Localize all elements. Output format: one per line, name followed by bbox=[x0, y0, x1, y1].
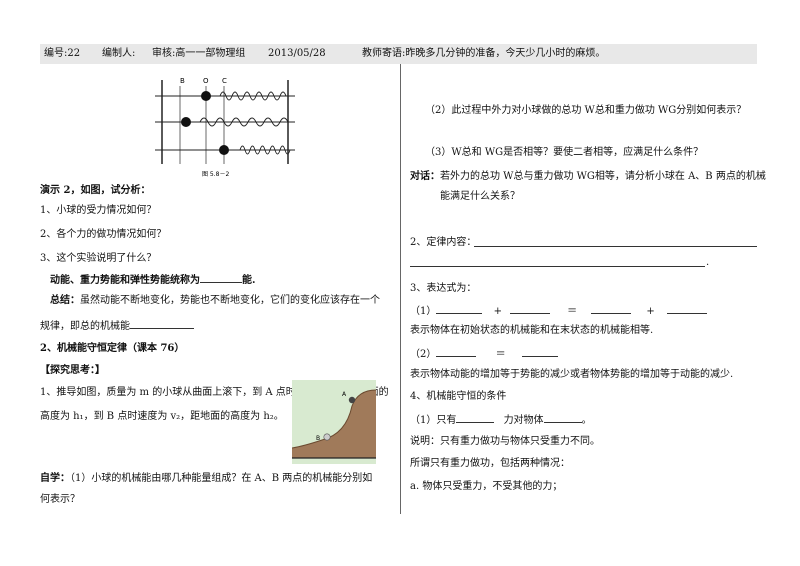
section-heading: 2、机械能守恒定律（课本 76） bbox=[40, 343, 185, 354]
curved-slope-figure: A B bbox=[292, 380, 376, 464]
spring-apparatus-figure: B O C 图 5.8－2 bbox=[150, 72, 300, 182]
law-period: . bbox=[706, 257, 710, 268]
explanation: 说明：只有重力做功与物体只受重力不同。 bbox=[410, 436, 600, 447]
label-b: B bbox=[180, 77, 185, 85]
conclusion: 总结：虽然动能不断地变化，势能也不断地变化，它们的变化应该存在一个 bbox=[50, 295, 380, 306]
point-b-label: B bbox=[316, 435, 320, 442]
right-q2: （2）此过程中外力对小球做的总功 W总和重力做功 WG分别如何表示？ bbox=[425, 105, 747, 116]
condition-1: （1）只有 力对物体。 bbox=[410, 412, 592, 427]
two-cases: 所谓只有重力做功，包括两种情况： bbox=[410, 458, 570, 469]
energy-summary: 动能、重力势能和弹性势能统称为 能. bbox=[50, 272, 255, 287]
doc-number: 编号:22 bbox=[44, 48, 81, 59]
date: 2013/05/28 bbox=[268, 48, 326, 59]
law-answer-line-2 bbox=[410, 266, 705, 267]
reviewer: 审核:高一一部物理组 bbox=[152, 48, 246, 59]
self-study-line2: 何表示？ bbox=[40, 494, 80, 505]
header-bar: 编号:22 编制人: 审核:高一一部物理组 2013/05/28 教师寄语:昨晚… bbox=[40, 44, 757, 64]
explore-heading: 【探究思考：】 bbox=[40, 365, 105, 376]
column-divider bbox=[400, 64, 401, 514]
author: 编制人: bbox=[102, 48, 136, 59]
derive-line2: 高度为 h₁，到 B 点时速度为 v₂，距地面的高度为 h₂。 bbox=[40, 411, 284, 422]
expression-label: 3、表达式为： bbox=[410, 283, 477, 294]
expression-1: （1） + ＝ + bbox=[410, 303, 707, 318]
conclusion-line2: 规律，即总的机械能 bbox=[40, 318, 194, 333]
condition-label: 4、机械能守恒的条件 bbox=[410, 391, 507, 402]
figure-caption: 图 5.8－2 bbox=[202, 171, 229, 178]
question-1: 1、小球的受力情况如何？ bbox=[40, 205, 157, 216]
label-o: O bbox=[203, 77, 209, 85]
right-q3: （3）W总和 WG是否相等？要使二者相等，应满足什么条件？ bbox=[425, 147, 704, 158]
expression-2: （2） ＝ bbox=[410, 346, 558, 361]
teacher-motto: 教师寄语:昨晚多几分钟的准备，今天少几小时的麻烦。 bbox=[362, 48, 606, 59]
demo-title: 演示 2，如图，试分析： bbox=[40, 185, 151, 196]
law-answer-line-1 bbox=[474, 246, 757, 247]
self-study-line1: 自学：（1）小球的机械能由哪几种能量组成？在 A、B 两点的机械能分别如 bbox=[40, 473, 373, 484]
expression-2-desc: 表示物体动能的增加等于势能的减少或者物体势能的增加等于动能的减少. bbox=[410, 369, 734, 380]
case-a: a. 物体只受重力，不受其他的力； bbox=[410, 481, 563, 492]
law-label: 2、定律内容： bbox=[410, 237, 477, 248]
expression-1-desc: 表示物体在初始状态的机械能和在末状态的机械能相等. bbox=[410, 325, 654, 336]
question-2: 2、各个力的做功情况如何？ bbox=[40, 229, 167, 240]
question-3: 3、这个实验说明了什么？ bbox=[40, 253, 157, 264]
dialog-line2: 能满足什么关系？ bbox=[440, 191, 520, 202]
dialog-line1: 对话：若外力的总功 W总与重力做功 WG相等，请分析小球在 A、B 两点的机械 bbox=[410, 171, 766, 182]
label-c: C bbox=[222, 77, 227, 85]
